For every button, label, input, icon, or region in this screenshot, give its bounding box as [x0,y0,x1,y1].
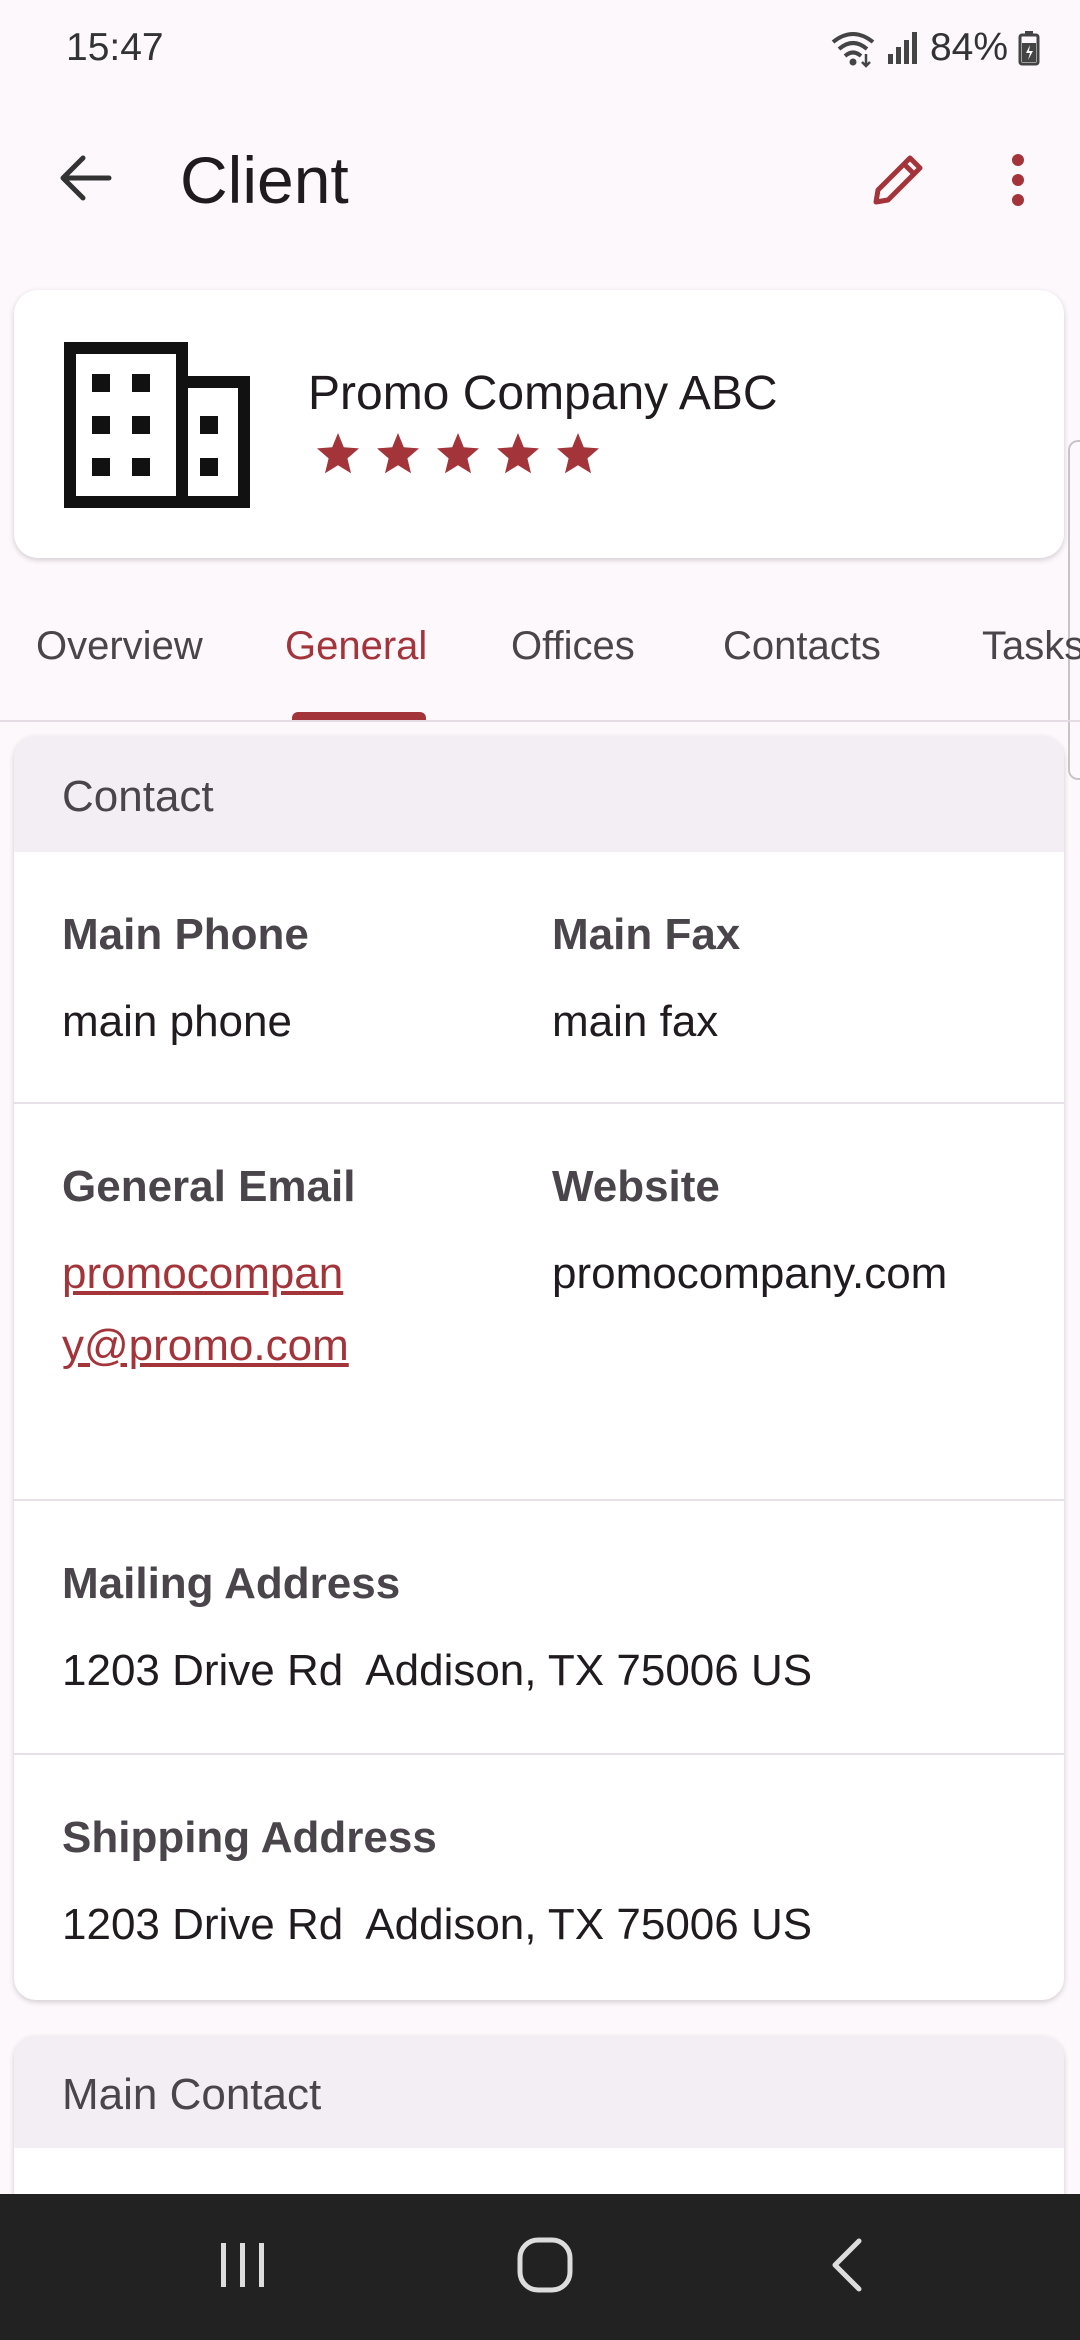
star-icon [494,430,542,483]
website-value[interactable]: promocompany.com [552,1238,947,1310]
system-back-button[interactable] [792,2222,902,2312]
website-label: Website [552,1162,720,1211]
contact-section-title: Contact [62,772,214,821]
client-name: Promo Company ABC [308,367,778,420]
tab-overview[interactable]: Overview [36,624,203,669]
star-icon [314,430,362,483]
shipping-address-row: Shipping Address 1203 Drive Rd Addison, … [14,1755,1064,2000]
star-icon [554,430,602,483]
main-fax-field: Main Fax main fax [552,910,740,1058]
more-vert-icon [1008,152,1028,213]
edit-button[interactable] [856,140,940,224]
mailing-address-row: Mailing Address 1203 Drive Rd Addison, T… [14,1501,1064,1755]
recent-apps-button[interactable] [188,2222,298,2312]
main-phone-value[interactable]: main phone [62,986,309,1058]
main-contact-card-header: Main Contact [14,2036,1064,2148]
main-phone-field: Main Phone main phone [62,910,309,1058]
general-email-label: General Email [62,1162,356,1211]
tab-tasks[interactable]: Tasks [982,624,1080,669]
tab-contacts[interactable]: Contacts [723,624,881,669]
battery-level: 84% [929,26,1008,69]
main-phone-label: Main Phone [62,910,309,959]
shipping-address-label: Shipping Address [62,1813,437,1862]
shipping-address-value[interactable]: 1203 Drive Rd Addison, TX 75006 US [62,1889,812,1961]
status-bar: 15:47 84% [0,0,1080,100]
more-options-button[interactable] [976,140,1060,224]
general-email-field: General Email promocompany@promo.com [62,1162,362,1382]
status-time: 15:47 [66,26,164,69]
client-header-card: Promo Company ABC [14,290,1064,558]
website-field: Website promocompany.com [552,1162,947,1310]
home-button[interactable] [490,2222,600,2312]
app-bar: Client [0,118,1080,238]
signal-icon [886,30,920,66]
phone-fax-row: Main Phone main phone Main Fax main fax [14,852,1064,1104]
chevron-left-icon [827,2237,867,2298]
mailing-address-field: Mailing Address 1203 Drive Rd Addison, T… [62,1559,812,1707]
main-fax-label: Main Fax [552,910,741,959]
battery-icon [1018,30,1040,66]
active-tab-indicator [292,712,426,720]
arrow-left-icon [57,153,113,208]
home-icon [516,2236,574,2299]
tab-general[interactable]: General [285,624,427,669]
back-button[interactable] [40,140,130,220]
contact-card-header: Contact [14,736,1064,852]
client-rating [314,430,602,483]
contact-card: Contact Main Phone main phone Main Fax m… [14,736,1064,2000]
main-contact-section-title: Main Contact [62,2070,322,2119]
recent-apps-icon [217,2239,269,2296]
mailing-address-label: Mailing Address [62,1559,401,1608]
star-icon [434,430,482,483]
building-icon [64,342,250,513]
system-nav-bar [0,2194,1080,2340]
wifi-icon [830,28,876,68]
star-icon [374,430,422,483]
tab-offices[interactable]: Offices [511,624,635,669]
general-email-link[interactable]: promocompany@promo.com [62,1238,362,1382]
pencil-icon [868,150,928,215]
main-fax-value[interactable]: main fax [552,986,740,1058]
tab-bar: Overview General Offices Contacts Tasks [0,610,1080,722]
page-title: Client [180,143,349,217]
shipping-address-field: Shipping Address 1203 Drive Rd Addison, … [62,1813,812,1961]
email-website-row: General Email promocompany@promo.com Web… [14,1104,1064,1501]
mailing-address-value[interactable]: 1203 Drive Rd Addison, TX 75006 US [62,1635,812,1707]
status-icons: 84% [830,26,1040,70]
